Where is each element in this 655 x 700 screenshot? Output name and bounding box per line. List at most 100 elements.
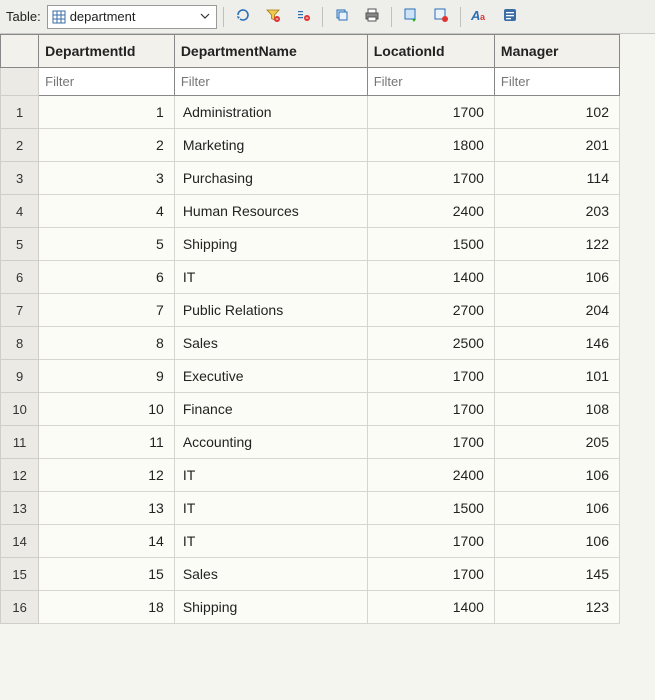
export-button[interactable] <box>428 5 454 29</box>
cell-departmentname[interactable]: Marketing <box>174 129 367 162</box>
cell-locationid[interactable]: 1700 <box>367 393 494 426</box>
row-number[interactable]: 13 <box>1 492 39 525</box>
cell-departmentid[interactable]: 7 <box>39 294 175 327</box>
cell-manager[interactable]: 106 <box>494 261 619 294</box>
cell-locationid[interactable]: 1700 <box>367 96 494 129</box>
table-row[interactable]: 44Human Resources2400203 <box>1 195 620 228</box>
more-button[interactable] <box>497 5 523 29</box>
cell-locationid[interactable]: 1500 <box>367 228 494 261</box>
table-row[interactable]: 1313IT1500106 <box>1 492 620 525</box>
cell-manager[interactable]: 106 <box>494 492 619 525</box>
cell-departmentname[interactable]: Finance <box>174 393 367 426</box>
cell-manager[interactable]: 203 <box>494 195 619 228</box>
cell-departmentname[interactable]: IT <box>174 261 367 294</box>
cell-departmentname[interactable]: Sales <box>174 558 367 591</box>
table-row[interactable]: 88Sales2500146 <box>1 327 620 360</box>
column-header-locationid[interactable]: LocationId <box>367 35 494 68</box>
cell-locationid[interactable]: 1400 <box>367 591 494 624</box>
table-selector[interactable]: department <box>47 5 217 29</box>
table-row[interactable]: 1212IT2400106 <box>1 459 620 492</box>
cell-manager[interactable]: 146 <box>494 327 619 360</box>
cell-departmentid[interactable]: 13 <box>39 492 175 525</box>
cell-manager[interactable]: 108 <box>494 393 619 426</box>
cell-manager[interactable]: 101 <box>494 360 619 393</box>
cell-manager[interactable]: 102 <box>494 96 619 129</box>
cell-departmentid[interactable]: 18 <box>39 591 175 624</box>
cell-manager[interactable]: 145 <box>494 558 619 591</box>
cell-locationid[interactable]: 1700 <box>367 558 494 591</box>
cell-locationid[interactable]: 1700 <box>367 360 494 393</box>
data-grid-container[interactable]: DepartmentId DepartmentName LocationId M… <box>0 34 655 700</box>
table-row[interactable]: 1515Sales1700145 <box>1 558 620 591</box>
cell-locationid[interactable]: 1800 <box>367 129 494 162</box>
cell-departmentname[interactable]: Accounting <box>174 426 367 459</box>
cell-departmentid[interactable]: 3 <box>39 162 175 195</box>
clear-filter-button[interactable] <box>290 5 316 29</box>
copy-button[interactable] <box>329 5 355 29</box>
row-number[interactable]: 15 <box>1 558 39 591</box>
export-sql-button[interactable] <box>398 5 424 29</box>
cell-locationid[interactable]: 2500 <box>367 327 494 360</box>
cell-departmentid[interactable]: 14 <box>39 525 175 558</box>
table-row[interactable]: 1010Finance1700108 <box>1 393 620 426</box>
row-number[interactable]: 11 <box>1 426 39 459</box>
cell-locationid[interactable]: 2700 <box>367 294 494 327</box>
table-row[interactable]: 1618Shipping1400123 <box>1 591 620 624</box>
row-number[interactable]: 8 <box>1 327 39 360</box>
cell-manager[interactable]: 205 <box>494 426 619 459</box>
filter-input-locationid[interactable] <box>368 68 494 95</box>
table-row[interactable]: 66IT1400106 <box>1 261 620 294</box>
rownum-header[interactable] <box>1 35 39 68</box>
cell-departmentname[interactable]: Purchasing <box>174 162 367 195</box>
cell-departmentname[interactable]: Human Resources <box>174 195 367 228</box>
cell-manager[interactable]: 122 <box>494 228 619 261</box>
row-number[interactable]: 6 <box>1 261 39 294</box>
cell-departmentid[interactable]: 1 <box>39 96 175 129</box>
table-row[interactable]: 33Purchasing1700114 <box>1 162 620 195</box>
print-button[interactable] <box>359 5 385 29</box>
column-header-departmentname[interactable]: DepartmentName <box>174 35 367 68</box>
cell-departmentname[interactable]: Shipping <box>174 591 367 624</box>
row-number[interactable]: 16 <box>1 591 39 624</box>
cell-departmentname[interactable]: Shipping <box>174 228 367 261</box>
format-button[interactable]: A a <box>467 5 493 29</box>
row-number[interactable]: 2 <box>1 129 39 162</box>
row-number[interactable]: 10 <box>1 393 39 426</box>
column-header-manager[interactable]: Manager <box>494 35 619 68</box>
cell-locationid[interactable]: 1700 <box>367 426 494 459</box>
cell-locationid[interactable]: 2400 <box>367 459 494 492</box>
cell-departmentname[interactable]: Executive <box>174 360 367 393</box>
cell-manager[interactable]: 106 <box>494 525 619 558</box>
cell-locationid[interactable]: 1500 <box>367 492 494 525</box>
table-row[interactable]: 22Marketing1800201 <box>1 129 620 162</box>
row-number[interactable]: 7 <box>1 294 39 327</box>
cell-departmentid[interactable]: 10 <box>39 393 175 426</box>
table-row[interactable]: 99Executive1700101 <box>1 360 620 393</box>
filter-input-manager[interactable] <box>495 68 619 95</box>
row-number[interactable]: 3 <box>1 162 39 195</box>
cell-locationid[interactable]: 1700 <box>367 162 494 195</box>
cell-departmentname[interactable]: IT <box>174 492 367 525</box>
table-row[interactable]: 77Public Relations2700204 <box>1 294 620 327</box>
column-header-departmentid[interactable]: DepartmentId <box>39 35 175 68</box>
row-number[interactable]: 9 <box>1 360 39 393</box>
row-number[interactable]: 12 <box>1 459 39 492</box>
cell-locationid[interactable]: 2400 <box>367 195 494 228</box>
cell-departmentname[interactable]: Sales <box>174 327 367 360</box>
cell-manager[interactable]: 123 <box>494 591 619 624</box>
cell-departmentname[interactable]: Administration <box>174 96 367 129</box>
cell-locationid[interactable]: 1400 <box>367 261 494 294</box>
cell-departmentid[interactable]: 12 <box>39 459 175 492</box>
row-number[interactable]: 5 <box>1 228 39 261</box>
cell-departmentid[interactable]: 4 <box>39 195 175 228</box>
row-number[interactable]: 1 <box>1 96 39 129</box>
cell-departmentid[interactable]: 15 <box>39 558 175 591</box>
cell-manager[interactable]: 204 <box>494 294 619 327</box>
cell-manager[interactable]: 201 <box>494 129 619 162</box>
filter-input-departmentname[interactable] <box>175 68 367 95</box>
table-row[interactable]: 55Shipping1500122 <box>1 228 620 261</box>
cell-departmentid[interactable]: 5 <box>39 228 175 261</box>
table-row[interactable]: 1111Accounting1700205 <box>1 426 620 459</box>
cell-departmentid[interactable]: 11 <box>39 426 175 459</box>
table-row[interactable]: 1414IT1700106 <box>1 525 620 558</box>
